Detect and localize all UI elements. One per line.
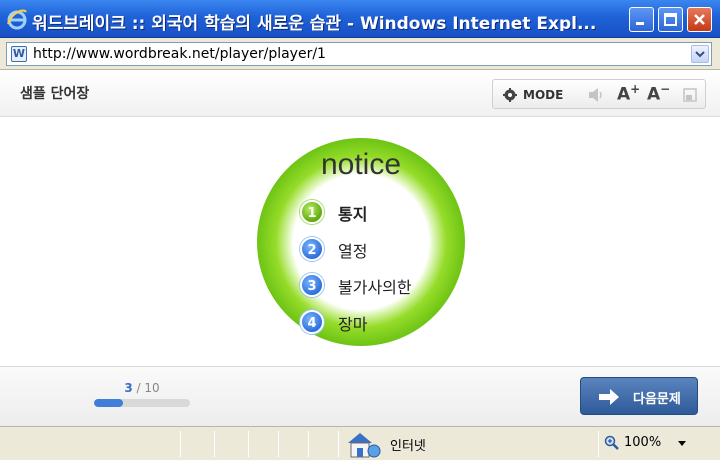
- mode-label: MODE: [523, 88, 564, 102]
- progress-separator: /: [132, 381, 145, 395]
- choice-text: 통지: [338, 205, 368, 224]
- url-text[interactable]: http://www.wordbreak.net/player/player/1: [33, 46, 326, 62]
- quiz-word: notice: [320, 148, 402, 181]
- site-favicon-icon: W: [11, 46, 27, 62]
- progress-text: 3 / 10: [94, 381, 190, 395]
- minus-icon: −: [660, 82, 671, 96]
- status-divider: [278, 431, 279, 457]
- font-decrease-button[interactable]: A−: [647, 82, 670, 105]
- status-bar: 인터넷 100%: [0, 426, 720, 460]
- font-decrease-label: A: [647, 84, 661, 105]
- internet-zone-icon: [348, 433, 381, 458]
- arrow-right-icon: [599, 389, 619, 405]
- choice-number: 3: [300, 273, 324, 297]
- maximize-button[interactable]: [658, 7, 683, 32]
- choice-text: 장마: [338, 315, 368, 334]
- zoom-level[interactable]: 100%: [624, 435, 661, 450]
- font-increase-button[interactable]: A+: [617, 82, 640, 105]
- address-dropdown-button[interactable]: [691, 45, 709, 63]
- gear-icon: [503, 88, 517, 102]
- maximize-icon: [664, 13, 677, 26]
- chevron-down-icon: [695, 51, 705, 58]
- vocabulary-title: 샘플 단어장: [20, 86, 90, 102]
- font-increase-label: A: [617, 84, 631, 105]
- address-bar: W http://www.wordbreak.net/player/player…: [0, 38, 720, 70]
- quiz-footer: 3 / 10 다음문제: [0, 366, 720, 426]
- status-divider: [248, 431, 249, 457]
- choice-text: 불가사의한: [338, 278, 412, 297]
- choice-number: 1: [300, 200, 324, 224]
- zoom-icon[interactable]: [604, 435, 620, 451]
- speaker-icon[interactable]: [585, 84, 607, 106]
- quiz-area: notice 1 통지 2 열정 3 불가사의한 4 장마: [0, 118, 720, 366]
- minimize-icon: [636, 22, 644, 25]
- choice-text: 열정: [338, 242, 368, 261]
- window-resize-icon[interactable]: [679, 84, 701, 106]
- progress-current: 3: [124, 381, 133, 395]
- choice-item-3[interactable]: 3 불가사의한: [300, 273, 480, 297]
- status-divider: [214, 431, 215, 457]
- chevron-down-icon[interactable]: [678, 441, 686, 446]
- next-question-label: 다음문제: [633, 392, 681, 407]
- close-icon: [694, 14, 705, 25]
- content-header: 샘플 단어장 MODE A+ A−: [0, 71, 720, 117]
- address-field[interactable]: W http://www.wordbreak.net/player/player…: [6, 42, 712, 66]
- choice-item-1[interactable]: 1 통지: [300, 200, 480, 224]
- status-divider: [338, 431, 339, 457]
- status-divider: [308, 431, 309, 457]
- ie-logo-icon: [7, 9, 27, 30]
- minimize-button[interactable]: [629, 7, 654, 32]
- progress-fill: [94, 399, 123, 407]
- mode-button[interactable]: MODE: [501, 85, 567, 105]
- window-titlebar[interactable]: 워드브레이크 :: 외국어 학습의 새로운 습관 - Windows Inter…: [0, 0, 720, 38]
- player-toolbar: MODE A+ A−: [492, 79, 706, 109]
- close-button[interactable]: [687, 7, 712, 32]
- choice-item-4[interactable]: 4 장마: [300, 310, 480, 334]
- status-divider: [180, 431, 181, 457]
- choice-number: 2: [300, 237, 324, 261]
- choice-number: 4: [300, 310, 324, 334]
- progress-total: 10: [144, 381, 160, 395]
- plus-icon: +: [630, 82, 641, 96]
- progress-bar: [94, 399, 190, 407]
- next-question-button[interactable]: 다음문제: [580, 377, 698, 415]
- status-divider: [598, 431, 599, 457]
- choice-item-2[interactable]: 2 열정: [300, 237, 480, 261]
- zone-label: 인터넷: [390, 439, 426, 454]
- window-title: 워드브레이크 :: 외국어 학습의 새로운 습관 - Windows Inter…: [32, 14, 597, 31]
